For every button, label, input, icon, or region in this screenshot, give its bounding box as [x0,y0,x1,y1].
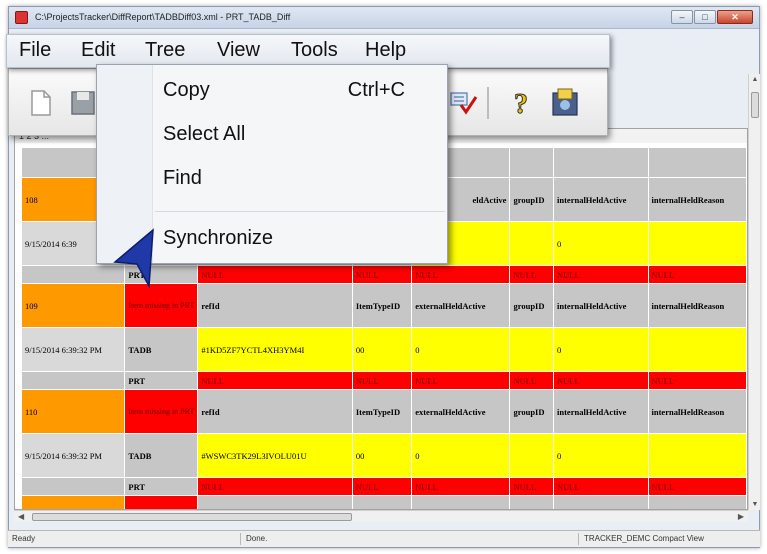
vertical-scroll-thumb[interactable] [751,92,759,118]
missing-item-cell[interactable]: Item missing in PRT [124,389,199,434]
null-cell[interactable]: NULL [509,477,554,496]
status-view-mode: TRACKER_DEMC Compact View [584,534,704,543]
null-cell[interactable]: NULL [411,371,511,390]
menu-tree[interactable]: Tree [145,39,185,62]
column-header: internalHeldActive [553,177,649,222]
column-header: groupID [509,389,554,434]
null-cell[interactable]: NULL [197,371,353,390]
value-cell[interactable]: 0 [411,327,511,372]
null-cell[interactable]: NULL [553,477,649,496]
value-cell[interactable] [509,433,554,478]
null-cell[interactable]: NULL [647,477,747,496]
source-label: PRT [124,477,199,496]
close-button[interactable]: ✕ [717,10,753,24]
window-title: C:\ProjectsTracker\DiffReport\TADBDiff03… [35,12,291,22]
status-text: Ready [12,534,36,543]
toolbar-separator [487,87,489,119]
source-label: TADB [124,433,199,478]
null-cell[interactable]: NULL [647,371,747,390]
menu-bar: File Edit Tree View Tools Help [6,34,610,68]
minimize-button[interactable]: – [671,10,693,24]
menu-item-select-all[interactable]: Select All [163,123,245,146]
column-header: ItemTypeID [351,389,413,434]
row-id-cell[interactable]: 109 [20,283,126,328]
scroll-left-icon[interactable]: ◀ [18,511,24,523]
title-bar[interactable]: C:\ProjectsTracker\DiffReport\TADBDiff03… [9,7,759,29]
column-header: internalHeldReason [647,389,747,434]
scroll-down-icon[interactable]: ▼ [751,501,759,508]
menu-item-find[interactable]: Find [163,167,202,190]
status-message: Done. [246,534,268,543]
null-cell[interactable]: NULL [411,477,511,496]
value-cell[interactable]: 0 [553,327,649,372]
column-header: internalHeldActive [553,389,649,434]
column-header: groupID [509,283,554,328]
svg-text:?: ? [514,89,528,119]
value-cell[interactable] [647,433,747,478]
menu-separator [155,211,445,212]
horizontal-scrollbar[interactable]: ◀ ▶ [14,510,748,522]
value-cell[interactable]: 00 [351,327,413,372]
missing-item-cell[interactable]: Item missing in PRT [124,283,199,328]
column-header: externalHeldActive [411,389,511,434]
null-cell[interactable]: NULL [351,477,413,496]
value-cell[interactable]: 0 [411,433,511,478]
null-cell[interactable]: NULL [509,265,554,284]
column-header: internalHeldActive [553,283,649,328]
scroll-right-icon[interactable]: ▶ [738,511,744,523]
value-cell[interactable]: #1KD5ZF7YCTL4XH3YM4I [197,327,353,372]
column-header: groupID [509,177,554,222]
vertical-scrollbar[interactable]: ▲ ▼ [748,74,760,510]
value-cell[interactable]: 0 [553,221,649,266]
value-cell[interactable] [509,327,554,372]
check-list-icon[interactable] [447,87,479,119]
menu-view[interactable]: View [217,39,260,62]
null-cell[interactable]: NULL [197,265,353,284]
row-id-cell[interactable]: 110 [20,389,126,434]
timestamp-cell[interactable]: 9/15/2014 6:39:32 PM [20,433,126,478]
null-cell[interactable]: NULL [351,371,413,390]
save-icon[interactable] [67,87,99,119]
value-cell[interactable]: 00 [351,433,413,478]
column-header: refId [197,389,353,434]
value-cell[interactable] [647,327,747,372]
null-cell[interactable]: NULL [647,265,747,284]
menu-tools[interactable]: Tools [291,39,338,62]
timestamp-cell[interactable]: 9/15/2014 6:39:32 PM [20,327,126,372]
window-controls: – □ ✕ [671,10,753,26]
menu-edit[interactable]: Edit [81,39,115,62]
compare-icon[interactable] [549,87,581,119]
source-label: PRT [124,371,199,390]
maximize-button[interactable]: □ [694,10,716,24]
column-header: refId [197,283,353,328]
value-cell[interactable]: 0 [553,433,649,478]
menu-help[interactable]: Help [365,39,406,62]
horizontal-scroll-thumb[interactable] [32,513,352,521]
column-header: internalHeldReason [647,177,747,222]
null-cell[interactable]: NULL [197,477,353,496]
null-cell[interactable]: NULL [509,371,554,390]
status-bar: Ready Done. TRACKER_DEMC Compact View [8,530,760,547]
scroll-up-icon[interactable]: ▲ [751,76,759,83]
null-cell[interactable]: NULL [411,265,511,284]
menu-item-synchronize[interactable]: Synchronize [163,227,273,250]
column-header: ItemTypeID [351,283,413,328]
null-cell[interactable]: NULL [553,265,649,284]
column-header: externalHeldActive [411,283,511,328]
copy-shortcut: Ctrl+C [347,79,405,101]
help-icon[interactable]: ? [505,87,537,121]
null-cell[interactable]: NULL [351,265,413,284]
new-document-icon[interactable] [25,87,57,119]
menu-file[interactable]: File [19,39,51,62]
mouse-pointer-icon [113,228,154,288]
null-cell[interactable]: NULL [553,371,649,390]
value-cell[interactable]: #WSWC3TK29L3IVOLU01U [197,433,353,478]
column-header: internalHeldReason [647,283,747,328]
app-icon [15,11,28,24]
menu-item-copy[interactable]: Copy [163,79,210,102]
source-label: TADB [124,327,199,372]
